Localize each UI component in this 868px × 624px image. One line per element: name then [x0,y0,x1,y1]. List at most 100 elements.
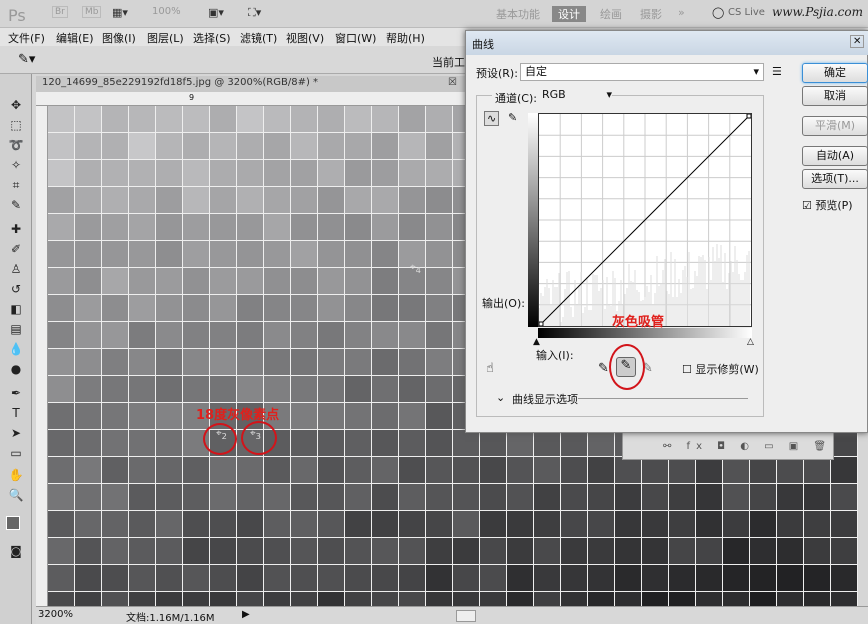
pixel-cell [507,511,533,537]
menu-view[interactable]: 视图(V) [286,30,324,46]
screen-mode-icon[interactable]: ⛶▾ [248,6,261,20]
preview-checkbox[interactable]: ☑ 预览(P) [802,197,853,213]
marquee-tool-icon[interactable]: ⬚ [8,118,24,134]
bridge-button[interactable]: Br [52,6,68,18]
smooth-button[interactable]: 平滑(M) [802,116,868,136]
pixel-cell [723,538,749,564]
cs-live-icon[interactable]: ◯ [712,6,724,19]
pixel-cell [669,511,695,537]
pixel-cell [210,160,236,186]
more-workspaces[interactable]: » [678,6,685,19]
cancel-button[interactable]: 取消 [802,86,868,106]
pixel-cell [642,511,668,537]
pixel-cell [129,133,155,159]
pixel-cell [48,430,74,456]
workspace-photography[interactable]: 摄影 [640,6,662,22]
workspace-essentials[interactable]: 基本功能 [496,6,540,22]
status-menu-arrow[interactable]: ▶ [242,609,250,620]
menu-image[interactable]: 图像(I) [102,30,136,46]
pixel-cell [372,457,398,483]
color-sampler-4[interactable]: ⌖4 [410,262,421,275]
pixel-cell [237,160,263,186]
expand-options-icon[interactable]: ⌄ [496,391,505,404]
menu-window[interactable]: 窗口(W) [335,30,376,46]
hand-tool-icon[interactable]: ✋ [8,468,24,484]
status-doc-size[interactable]: 文档:1.16M/1.16M [126,609,215,624]
status-zoom[interactable]: 3200% [38,609,73,620]
arrange-documents-icon[interactable]: ▣▾ [208,6,224,19]
layer-actions-icons[interactable]: ⚯ fx ◘ ◐ ▭ ▣ 🗑 [663,441,832,452]
document-tab[interactable]: 120_14699_85e229192fd18f5.jpg @ 3200%(RG… [36,76,466,92]
options-button[interactable]: 选项(T)... [802,169,868,189]
gradient-tool-icon[interactable]: ▤ [8,322,24,338]
eyedropper-tool-icon[interactable]: ✎ [8,198,24,214]
stamp-tool-icon[interactable]: ♙ [8,262,24,278]
eraser-tool-icon[interactable]: ◧ [8,302,24,318]
pixel-cell [156,106,182,132]
history-brush-icon[interactable]: ↺ [8,282,24,298]
pixel-cell [588,511,614,537]
move-tool-icon[interactable]: ✥ [8,98,24,114]
menu-edit[interactable]: 编辑(E) [56,30,94,46]
on-image-adjust-icon[interactable]: ☝ [486,361,494,376]
menu-filter[interactable]: 滤镜(T) [240,30,277,46]
minibridge-button[interactable]: Mb [82,6,102,18]
color-sampler-2[interactable]: ⌖2 [216,428,227,441]
show-clipping-checkbox[interactable]: ☐ 显示修剪(W) [682,361,759,377]
pixel-cell [102,268,128,294]
pixel-cell [156,349,182,375]
workspace-painting[interactable]: 绘画 [600,6,622,22]
zoom-level-select[interactable]: 100% [152,6,181,17]
pixel-cell [480,538,506,564]
pixel-cell [318,376,344,402]
channel-select[interactable]: RGB ▾ [538,87,612,105]
pen-tool-icon[interactable]: ✒ [8,386,24,402]
curve-point-tool-icon[interactable]: ∿ [484,111,500,126]
type-tool-icon[interactable]: T [8,406,24,422]
horizontal-scrollbar-thumb[interactable] [456,610,476,622]
ok-button[interactable]: 确定 [802,63,868,83]
brush-tool-icon[interactable]: ✐ [8,242,24,258]
pencil-tool-icon[interactable]: ✎ [508,111,517,124]
cs-live-button[interactable]: CS Live [728,7,765,18]
curve-graph[interactable] [538,113,752,327]
quick-select-tool-icon[interactable]: ✧ [8,158,24,174]
show-clipping-label: 显示修剪(W) [695,363,759,376]
black-point-slider[interactable]: ▲ [533,337,540,347]
zoom-tool-icon[interactable]: 🔍 [8,488,24,504]
close-tab-icon[interactable]: ☒ [448,77,457,88]
blur-tool-icon[interactable]: 💧 [8,342,24,358]
pixel-cell [777,511,803,537]
close-icon[interactable]: ✕ [850,35,865,48]
pixel-cell [183,268,209,294]
pixel-cell [291,430,317,456]
pixel-cell [210,268,236,294]
path-select-icon[interactable]: ➤ [8,426,24,442]
quick-mask-icon[interactable]: ◙ [8,544,24,560]
shape-tool-icon[interactable]: ▭ [8,446,24,462]
preset-options-icon[interactable]: ☰ [772,65,782,78]
crop-tool-icon[interactable]: ⌗ [8,178,24,194]
black-eyedropper-icon[interactable]: ✎ [598,361,609,376]
color-sampler-3[interactable]: ⌖3 [250,428,261,441]
preset-select[interactable]: 自定 ▾ [520,63,764,81]
menu-help[interactable]: 帮助(H) [386,30,425,46]
pixel-cell [399,592,425,606]
foreground-color[interactable] [6,516,20,530]
auto-button[interactable]: 自动(A) [802,146,868,166]
menu-layer[interactable]: 图层(L) [147,30,184,46]
curve-display-options[interactable]: 曲线显示选项 [512,391,578,407]
menu-file[interactable]: 文件(F) [8,30,45,46]
pixel-cell [345,592,371,606]
healing-tool-icon[interactable]: ✚ [8,222,24,238]
dodge-tool-icon[interactable]: ● [8,362,24,378]
pixel-cell [291,322,317,348]
eyedropper-preset-icon[interactable]: ✎▾ [18,52,35,67]
pixel-cell [210,187,236,213]
lasso-tool-icon[interactable]: ➰ [8,138,24,154]
white-point-slider[interactable]: △ [747,337,754,347]
view-extras-icon[interactable]: ▦▾ [112,6,128,19]
menu-select[interactable]: 选择(S) [193,30,231,46]
workspace-design[interactable]: 设计 [552,6,586,22]
pixel-cell [264,106,290,132]
